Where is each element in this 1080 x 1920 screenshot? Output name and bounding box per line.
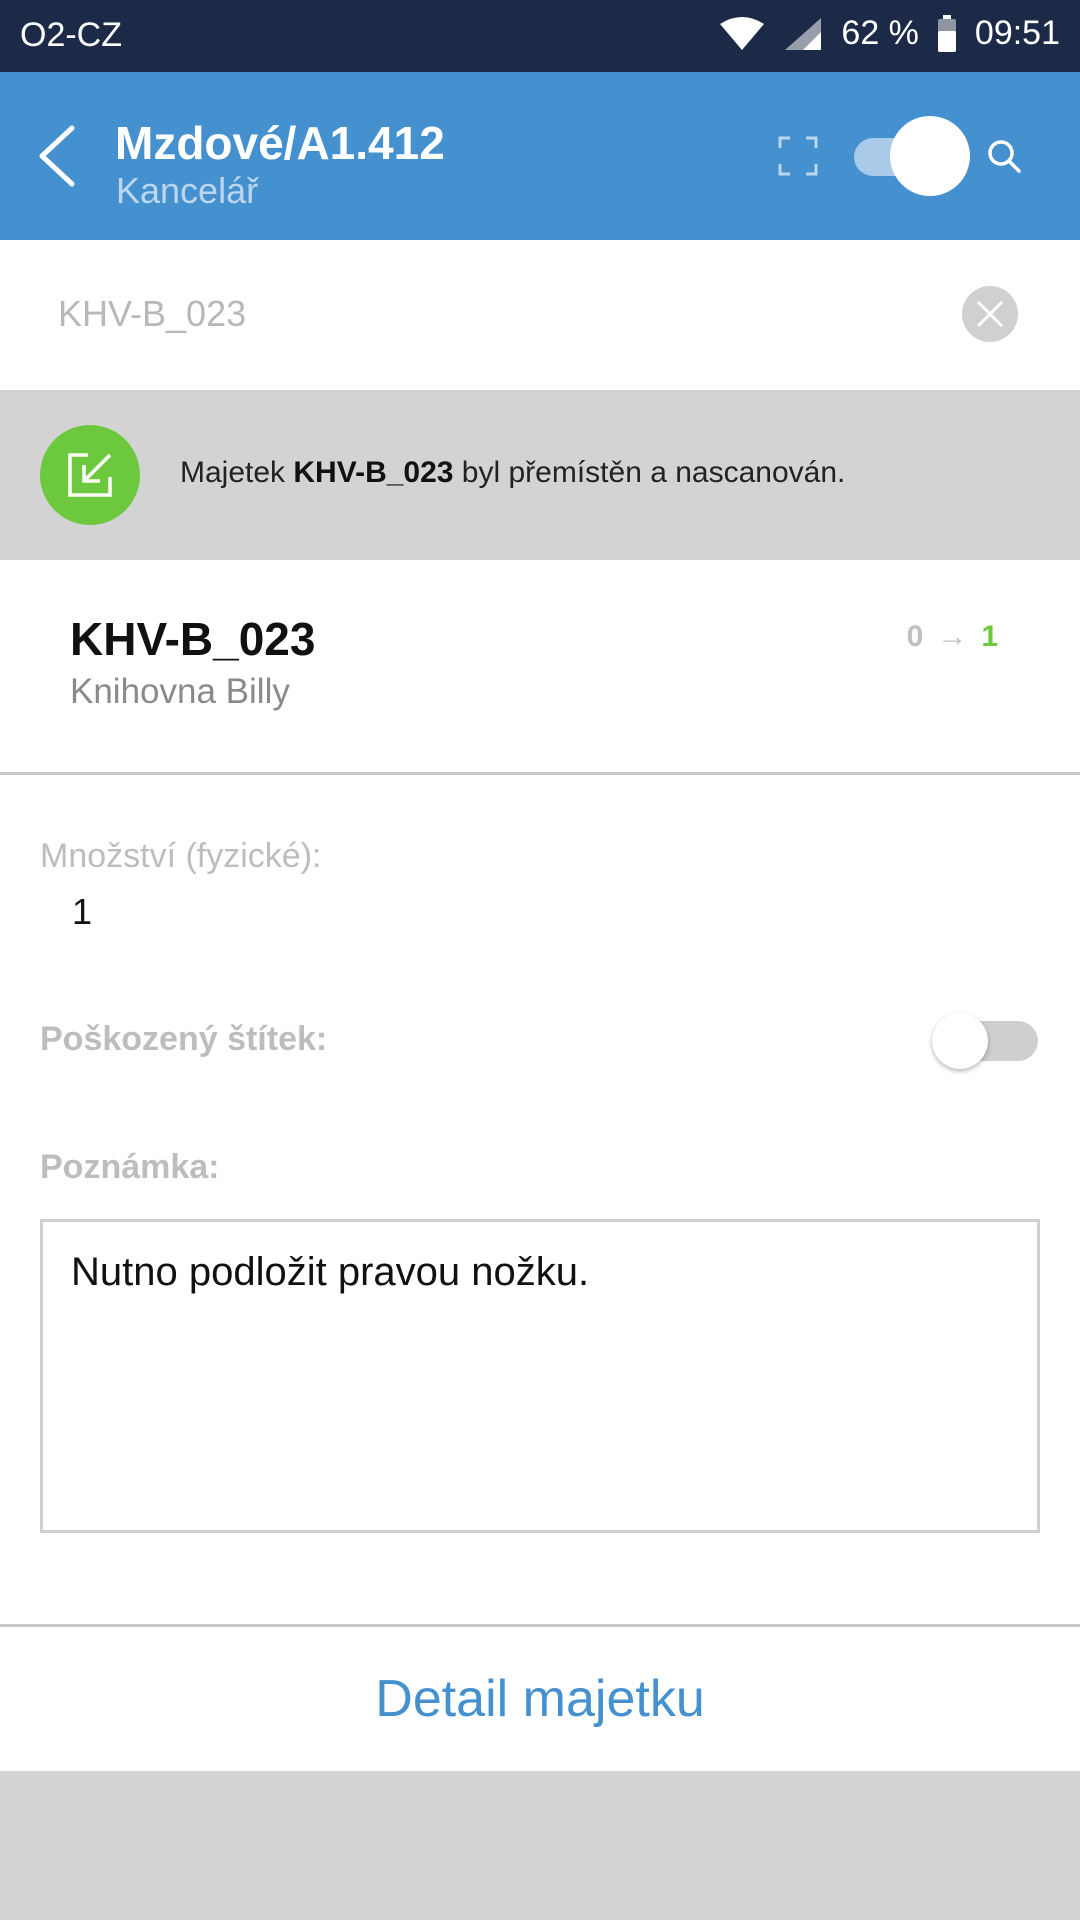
time-label: 09:51 [974, 14, 1060, 52]
note-textarea[interactable]: Nutno podložit pravou nožku. [40, 1219, 1040, 1533]
arrow-right-icon: → [937, 620, 968, 653]
scan-frame-icon[interactable] [778, 136, 818, 176]
back-arrow-icon[interactable] [30, 124, 90, 188]
move-into-icon [40, 425, 140, 525]
search-icon[interactable] [986, 138, 1022, 174]
asset-form: Množství (fyzické): 1 Poškozený štítek: … [0, 775, 1080, 1625]
mode-toggle[interactable] [852, 116, 972, 196]
status-bar: O2-CZ 62 % 09:51 [0, 0, 1080, 72]
quantity-change: 0 → 1 [907, 620, 998, 654]
close-icon [976, 300, 1004, 328]
mode-toggle-knob [890, 116, 970, 196]
notice-prefix: Majetek [180, 456, 294, 489]
asset-detail-button[interactable]: Detail majetku [0, 1627, 1080, 1771]
damaged-label-toggle[interactable] [932, 1011, 1038, 1071]
search-input[interactable] [58, 284, 918, 344]
carrier-label: O2-CZ [20, 16, 122, 54]
battery-icon [937, 14, 957, 53]
notice-asset-code: KHV-B_023 [293, 456, 454, 489]
asset-name: Knihovna Billy [70, 672, 290, 711]
notice-text: Majetek KHV-B_023 byl přemístěn a nascan… [180, 456, 845, 490]
wifi-icon [719, 16, 765, 52]
battery-label: 62 % [841, 14, 919, 52]
page-title: Mzdové/A1.412 [115, 117, 445, 169]
asset-header: KHV-B_023 Knihovna Billy 0 → 1 [0, 560, 1080, 774]
quantity-to: 1 [981, 620, 998, 653]
signal-icon [783, 16, 823, 52]
moved-notice: Majetek KHV-B_023 byl přemístěn a nascan… [0, 390, 1080, 560]
quantity-label: Množství (fyzické): [40, 837, 322, 875]
search-row [0, 240, 1080, 390]
page-subtitle: Kancelář [116, 170, 259, 211]
quantity-value[interactable]: 1 [72, 891, 92, 933]
notice-suffix: byl přemístěn a nascanován. [453, 456, 846, 489]
clear-search-button[interactable] [962, 286, 1018, 342]
status-right: 62 % 09:51 [719, 14, 1060, 53]
quantity-from: 0 [906, 620, 924, 653]
asset-code: KHV-B_023 [70, 613, 316, 665]
detail-row: Detail majetku [0, 1627, 1080, 1771]
note-label: Poznámka: [40, 1148, 220, 1186]
damaged-label-label: Poškozený štítek: [40, 1020, 328, 1058]
damaged-toggle-knob [932, 1013, 988, 1069]
